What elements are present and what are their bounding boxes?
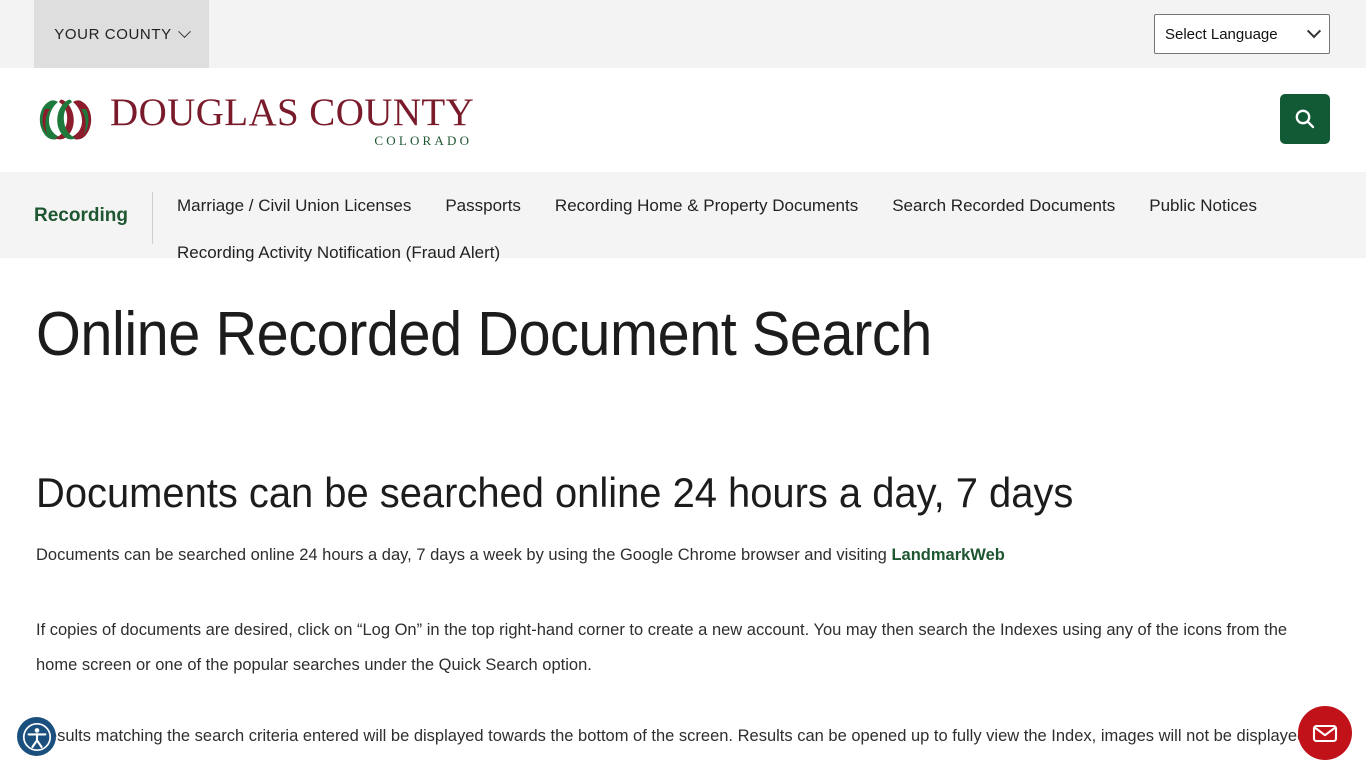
chevron-down-icon xyxy=(1306,24,1322,39)
contact-chat-button[interactable] xyxy=(1298,706,1352,760)
nav-link-public-notices[interactable]: Public Notices xyxy=(1149,190,1257,221)
nav-link-marriage-civil-union-licenses[interactable]: Marriage / Civil Union Licenses xyxy=(177,190,411,221)
sub-heading: Documents can be searched online 24 hour… xyxy=(36,469,1074,516)
paragraph-landmarkweb-text: Documents can be searched online 24 hour… xyxy=(36,546,892,565)
nav-link-recording-activity-notification[interactable]: Recording Activity Notification (Fraud A… xyxy=(177,237,500,268)
paragraph-log-on-instructions: If copies of documents are desired, clic… xyxy=(36,621,1288,675)
logo-subtitle: COLORADO xyxy=(374,133,473,148)
nav-link-list: Marriage / Civil Union Licenses Passport… xyxy=(153,190,1366,268)
page-title: Online Recorded Document Search xyxy=(36,300,932,369)
nav-link-recording-home-property-documents[interactable]: Recording Home & Property Documents xyxy=(555,190,858,221)
your-county-label: YOUR COUNTY xyxy=(54,25,172,43)
envelope-icon xyxy=(1312,724,1338,743)
landmarkweb-link[interactable]: LandmarkWeb xyxy=(891,546,1004,564)
nav-link-passports[interactable]: Passports xyxy=(445,190,521,221)
site-logo[interactable]: DOUGLAS COUNTY COLORADO xyxy=(36,93,474,147)
masthead: DOUGLAS COUNTY COLORADO xyxy=(0,68,1366,172)
language-select-value: Select Language xyxy=(1165,25,1278,43)
main-content: Online Recorded Document Search Document… xyxy=(0,304,1366,754)
search-icon xyxy=(1295,109,1315,129)
language-select[interactable]: Select Language xyxy=(1154,14,1330,54)
paragraph-landmarkweb: Documents can be searched online 24 hour… xyxy=(36,538,1330,573)
nav-link-search-recorded-documents[interactable]: Search Recorded Documents xyxy=(892,190,1115,221)
accessibility-widget-button[interactable] xyxy=(17,717,56,756)
your-county-dropdown[interactable]: YOUR COUNTY xyxy=(34,0,209,68)
section-navigation: Recording Marriage / Civil Union License… xyxy=(0,172,1366,262)
double-swirl-logo-icon xyxy=(39,99,92,140)
section-title-recording[interactable]: Recording xyxy=(34,190,152,227)
utility-bar: YOUR COUNTY Select Language xyxy=(0,0,1366,68)
chevron-down-icon xyxy=(177,24,191,38)
paragraph-results-info: Results matching the search criteria ent… xyxy=(36,727,1311,746)
accessibility-person-icon xyxy=(22,722,51,751)
search-button[interactable] xyxy=(1280,94,1330,144)
logo-title: DOUGLAS COUNTY xyxy=(110,91,475,134)
